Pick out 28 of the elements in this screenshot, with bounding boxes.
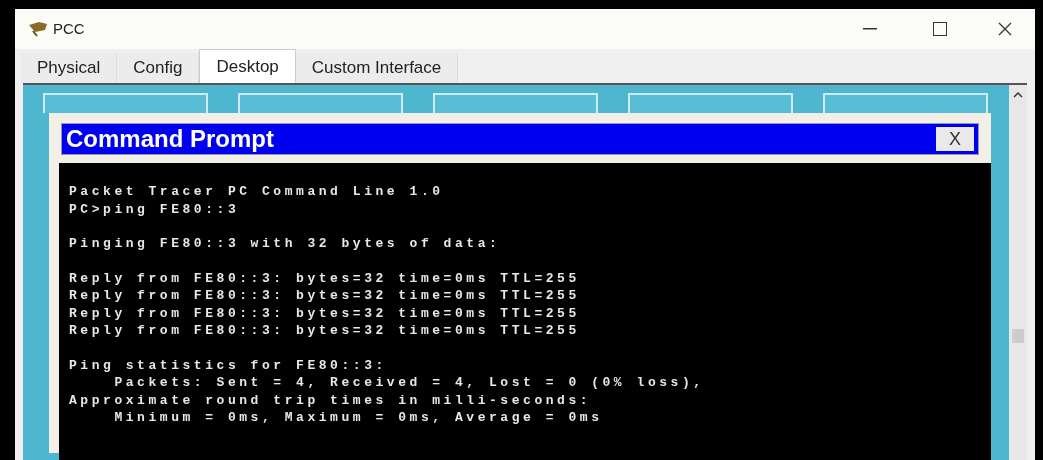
terminal-line: Minimum = 0ms, Maximum = 0ms, Average = 0ms	[113, 409, 603, 427]
minimize-icon	[863, 28, 877, 30]
command-prompt-title: Command Prompt	[66, 124, 274, 154]
close-button[interactable]: X	[936, 127, 974, 151]
tab[interactable]: Physical	[21, 53, 118, 83]
terminal-line: Reply from FE80::3: bytes=32 time=0ms TTL=255	[69, 287, 580, 305]
scroll-up-icon[interactable]	[1013, 91, 1023, 99]
app-tile[interactable]	[238, 93, 403, 113]
maximize-icon	[933, 22, 947, 36]
terminal-line: Packets: Sent = 4, Received = 4, Lost = 0 (0% loss),	[113, 374, 705, 392]
terminal-line: PC>ping FE80::3	[69, 200, 240, 218]
terminal-line: Ping statistics for FE80::3:	[69, 356, 387, 374]
terminal-line: Packet Tracer PC Command Line 1.0	[69, 183, 444, 201]
app-tile[interactable]	[823, 93, 988, 113]
window-title: PCC	[53, 18, 85, 39]
terminal-line: Reply from FE80::3: bytes=32 time=0ms TTL=255	[69, 304, 580, 322]
app-tile[interactable]	[43, 93, 208, 113]
terminal-line: Approximate round trip times in milli-seconds:	[69, 391, 592, 409]
app-tile[interactable]	[433, 93, 598, 113]
tab[interactable]: Config	[117, 53, 200, 83]
tab[interactable]: Desktop	[199, 49, 296, 83]
tab[interactable]: Custom Interface	[295, 53, 459, 83]
scroll-thumb[interactable]	[1012, 329, 1024, 343]
app-tile[interactable]	[628, 93, 793, 113]
terminal-line: Pinging FE80::3 with 32 bytes of data:	[69, 235, 501, 253]
close-icon	[998, 22, 1012, 36]
terminal-line: Reply from FE80::3: bytes=32 time=0ms TTL=255	[69, 322, 580, 340]
terminal-line: Reply from FE80::3: bytes=32 time=0ms TTL=255	[69, 269, 580, 287]
